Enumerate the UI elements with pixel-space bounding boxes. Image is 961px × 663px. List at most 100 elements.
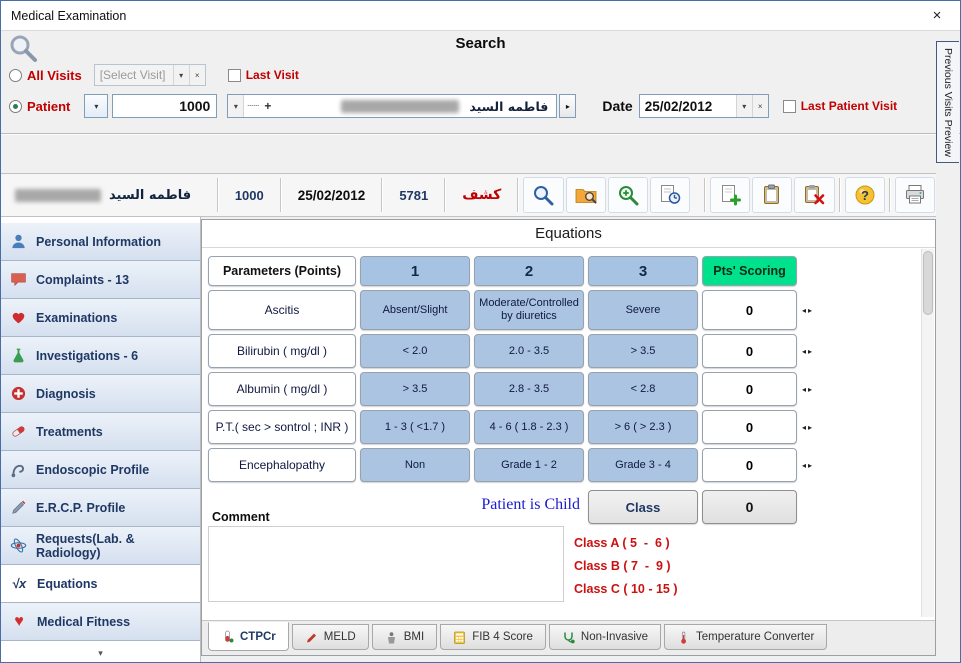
score-value: 0 xyxy=(702,448,797,482)
search-folder-button[interactable] xyxy=(566,177,606,213)
tab-temperature-converter[interactable]: Temperature Converter xyxy=(664,624,827,650)
toolbar-separator xyxy=(280,178,282,212)
stepper-left-icon[interactable]: ◂ xyxy=(802,385,806,394)
equation-tabbar: CTPCr MELD BMI xyxy=(202,620,935,655)
sidebar-scroll-down[interactable]: ▾ xyxy=(1,645,200,661)
score-stepper[interactable]: ◂ ▸ xyxy=(800,334,814,368)
tab-bmi[interactable]: BMI xyxy=(372,624,437,650)
help-button[interactable]: ? xyxy=(845,177,885,213)
sidebar-item-personal-information[interactable]: Personal Information xyxy=(1,223,200,261)
column-header-parameters: Parameters (Points) xyxy=(208,256,356,286)
stepper-right-icon[interactable]: ▸ xyxy=(808,423,812,432)
option-button[interactable]: > 6 ( > 2.3 ) xyxy=(588,410,698,444)
sidebar-item-treatments[interactable]: Treatments xyxy=(1,413,200,451)
visit-history-button[interactable] xyxy=(650,177,690,213)
calculator-icon xyxy=(453,631,466,644)
option-button[interactable]: Severe xyxy=(588,290,698,330)
close-button[interactable]: × xyxy=(914,1,960,30)
date-combo[interactable]: 25/02/2012 ▾ × xyxy=(639,94,769,118)
last-patient-visit-checkbox[interactable]: Last Patient Visit xyxy=(783,99,897,113)
help-icon: ? xyxy=(853,183,877,207)
stepper-left-icon[interactable]: ◂ xyxy=(802,306,806,315)
delete-record-button[interactable] xyxy=(794,177,834,213)
patient-name-value: فاطمه السيد xyxy=(459,99,556,114)
sidebar-item-investigations[interactable]: Investigations - 6 xyxy=(1,337,200,375)
last-patient-visit-label: Last Patient Visit xyxy=(801,99,897,113)
flask-icon xyxy=(10,347,27,364)
param-label: P.T.( sec > sontrol ; INR ) xyxy=(208,410,356,444)
previous-visits-preview-tab[interactable]: Previous Visits Preview xyxy=(936,41,959,163)
option-button[interactable]: Moderate/Controlled by diuretics xyxy=(474,290,584,330)
option-button[interactable]: > 3.5 xyxy=(360,372,470,406)
sidebar-item-label: Endoscopic Profile xyxy=(36,463,149,477)
option-button[interactable]: Grade 1 - 2 xyxy=(474,448,584,482)
stepper-right-icon[interactable]: ▸ xyxy=(808,461,812,470)
patient-dropdown-button[interactable]: ▾ xyxy=(84,94,108,118)
clear-icon[interactable]: × xyxy=(189,65,205,85)
sidebar-item-ercp-profile[interactable]: E.R.C.P. Profile xyxy=(1,489,200,527)
option-button[interactable]: 4 - 6 ( 1.8 - 2.3 ) xyxy=(474,410,584,444)
class-a-range: Class A ( 5 - 6 ) xyxy=(574,532,678,555)
score-stepper[interactable]: ◂ ▸ xyxy=(800,448,814,482)
all-visits-radio[interactable]: All Visits xyxy=(9,68,82,83)
tab-non-invasive[interactable]: Non-Invasive xyxy=(549,624,661,650)
option-button[interactable]: < 2.0 xyxy=(360,334,470,368)
last-visit-checkbox[interactable]: Last Visit xyxy=(228,68,299,82)
param-label: Bilirubin ( mg/dl ) xyxy=(208,334,356,368)
sidebar-item-requests[interactable]: Requests(Lab. & Radiology) xyxy=(1,527,200,565)
stepper-right-icon[interactable]: ▸ xyxy=(808,347,812,356)
sidebar-item-label: Requests(Lab. & Radiology) xyxy=(36,532,200,560)
sidebar-item-examinations[interactable]: Examinations xyxy=(1,299,200,337)
option-button[interactable]: 2.8 - 3.5 xyxy=(474,372,584,406)
option-button[interactable]: Absent/Slight xyxy=(360,290,470,330)
comment-textarea[interactable] xyxy=(208,526,564,602)
sidebar-item-equations[interactable]: √x Equations xyxy=(1,565,200,603)
patient-name-value: فاطمه السيد xyxy=(109,188,191,203)
sidebar-item-endoscopic-profile[interactable]: Endoscopic Profile xyxy=(1,451,200,489)
score-stepper[interactable]: ◂ ▸ xyxy=(800,410,814,444)
score-stepper[interactable]: ◂ ▸ xyxy=(800,372,814,406)
select-visit-combo[interactable]: [Select Visit] ▾ × xyxy=(94,64,206,86)
option-button[interactable]: > 3.5 xyxy=(588,334,698,368)
print-button[interactable] xyxy=(895,177,935,213)
tab-fib4-score[interactable]: FIB 4 Score xyxy=(440,624,546,650)
stepper-left-icon[interactable]: ◂ xyxy=(802,347,806,356)
stepper-right-icon[interactable]: ▸ xyxy=(808,306,812,315)
tab-meld[interactable]: MELD xyxy=(292,624,369,650)
visit-toolbar: فاطمه السيد 1000 25/02/2012 5781 كشف xyxy=(1,173,936,217)
stepper-left-icon[interactable]: ◂ xyxy=(802,423,806,432)
zoom-search-button[interactable] xyxy=(608,177,648,213)
add-record-icon xyxy=(718,183,742,207)
tab-ctpcr[interactable]: CTPCr xyxy=(208,622,289,651)
add-icon[interactable]: + xyxy=(262,99,273,113)
option-button[interactable]: 2.0 - 3.5 xyxy=(474,334,584,368)
date-value: 25/02/2012 xyxy=(640,99,736,114)
sidebar-item-label: E.R.C.P. Profile xyxy=(36,501,125,515)
next-arrow-button[interactable]: ▸ xyxy=(559,94,576,118)
stepper-left-icon[interactable]: ◂ xyxy=(802,461,806,470)
clear-icon[interactable]: × xyxy=(752,95,768,117)
class-button[interactable]: Class xyxy=(588,490,698,524)
view-visit-button[interactable] xyxy=(523,177,563,213)
copy-record-button[interactable] xyxy=(752,177,792,213)
chevron-down-icon[interactable]: ▾ xyxy=(228,95,244,117)
option-button[interactable]: Grade 3 - 4 xyxy=(588,448,698,482)
score-wrap: 0 ◂ ▸ xyxy=(702,410,814,444)
stepper-right-icon[interactable]: ▸ xyxy=(808,385,812,394)
patient-id-input[interactable] xyxy=(112,94,217,118)
patient-name-combo[interactable]: ▾ ┄┄ + فاطمه السيد xyxy=(227,94,557,118)
patient-radio[interactable]: Patient xyxy=(9,99,70,114)
scrollbar-thumb[interactable] xyxy=(923,251,933,315)
sidebar-item-diagnosis[interactable]: Diagnosis xyxy=(1,375,200,413)
vertical-scrollbar[interactable] xyxy=(921,249,934,617)
option-button[interactable]: 1 - 3 ( <1.7 ) xyxy=(360,410,470,444)
option-button[interactable]: < 2.8 xyxy=(588,372,698,406)
sidebar-item-complaints[interactable]: Complaints - 13 xyxy=(1,261,200,299)
sidebar-item-medical-fitness[interactable]: ♥ Medical Fitness xyxy=(1,603,200,641)
new-record-button[interactable] xyxy=(710,177,750,213)
chevron-down-icon[interactable]: ▾ xyxy=(173,65,189,85)
option-button[interactable]: Non xyxy=(360,448,470,482)
score-stepper[interactable]: ◂ ▸ xyxy=(800,290,814,330)
heart-icon: ♥ xyxy=(10,614,28,630)
chevron-down-icon[interactable]: ▾ xyxy=(736,95,752,117)
